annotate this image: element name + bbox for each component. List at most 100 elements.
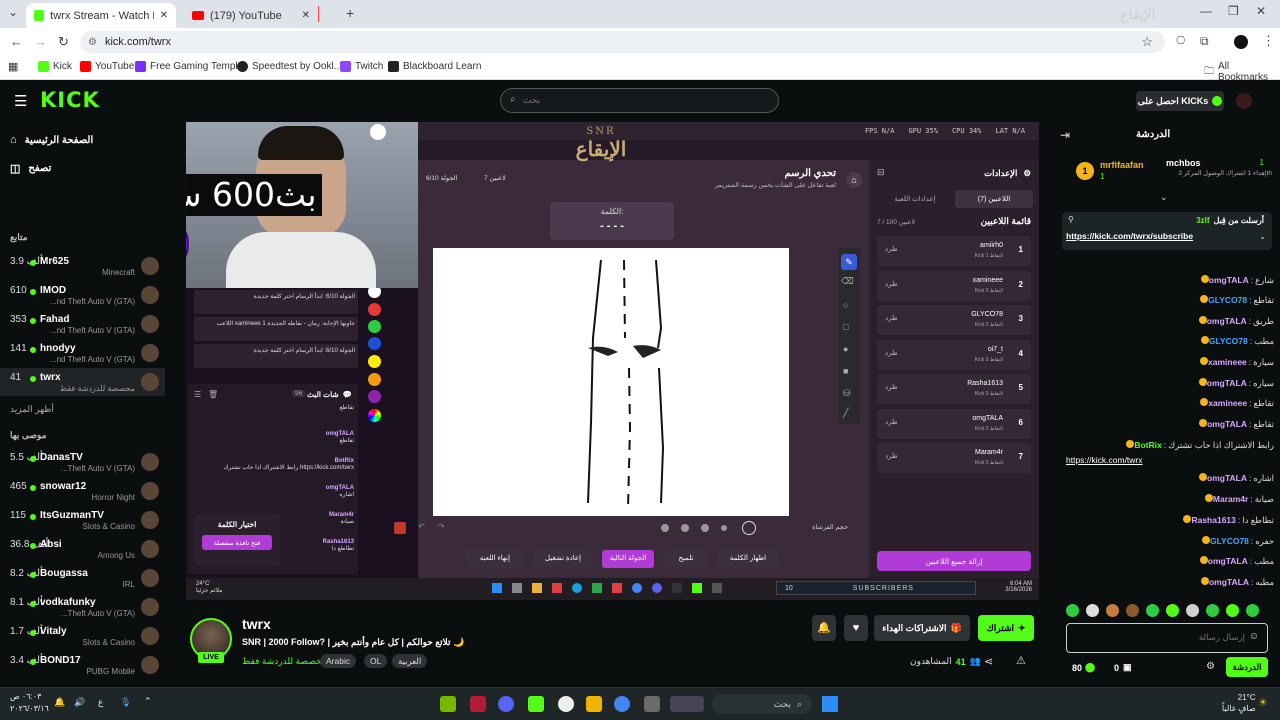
chat-username[interactable]: omgTALA: [1207, 419, 1247, 429]
chat-username[interactable]: GLYCO78: [1209, 336, 1248, 346]
send-chat-button[interactable]: الدردشة: [1226, 657, 1268, 677]
line-icon[interactable]: ╱: [843, 408, 848, 419]
bookmark-twitch[interactable]: Twitch: [340, 61, 383, 72]
color-purple[interactable]: [368, 390, 381, 403]
tab-players[interactable]: اللاعبين (7): [955, 190, 1033, 208]
video-player[interactable]: FPS N/A GPU 35% CPU 34% LAT N/A SNR الإيقاع…: [186, 122, 1039, 600]
bucket-icon[interactable]: ⛁: [843, 388, 851, 399]
subscribe-button[interactable]: اشتراك ✦: [978, 615, 1034, 641]
chat-username[interactable]: Maram4r: [1213, 494, 1248, 504]
color-red[interactable]: [368, 303, 381, 316]
sidebar-channel-f-1[interactable]: 610 IMOD ...nd Theft Auto V (GTA): [0, 281, 165, 309]
adobe-icon[interactable]: [470, 696, 486, 712]
apps-grid-icon[interactable]: ▦: [8, 60, 18, 73]
sidebar-channel-f-4[interactable]: 41 twrx مخصصة للدردشة فقط: [0, 368, 165, 396]
chat-username[interactable]: omgTALA: [1207, 378, 1247, 388]
kick-player-button[interactable]: طرد: [885, 383, 898, 391]
chat-link[interactable]: https://kick.com/twrx: [1066, 455, 1143, 465]
sidebar-browse[interactable]: ◫ تصفح: [10, 162, 160, 175]
volume-icon[interactable]: 🔊: [74, 697, 85, 708]
sidebar-channel-r-3[interactable]: 36.8 ألف Absi Among Us: [0, 535, 165, 563]
search-input[interactable]: [523, 92, 763, 109]
kick-player-button[interactable]: طرد: [885, 280, 898, 288]
game-button-2[interactable]: الجولة التالية: [602, 550, 654, 568]
new-tab-button[interactable]: +: [346, 5, 354, 21]
bookmark-star-icon[interactable]: ☆: [1141, 34, 1153, 50]
chat-username[interactable]: omgTALA: [1207, 473, 1247, 483]
pinned-link[interactable]: https://kick.com/twrx/subscribe: [1066, 231, 1193, 241]
reload-icon[interactable]: ↻: [58, 34, 69, 50]
emote-icon[interactable]: [1166, 604, 1179, 617]
restore-button[interactable]: ❐: [1228, 4, 1239, 18]
square-icon[interactable]: □: [843, 322, 848, 332]
color-blue[interactable]: [368, 337, 381, 350]
bookmark-gaming[interactable]: Free Gaming Templ...: [135, 61, 246, 72]
emoji-icon[interactable]: ☺: [1249, 631, 1259, 642]
chat-settings-icon[interactable]: ⚙: [1206, 661, 1215, 672]
gift-subs-button[interactable]: الاشتراكات الهداء 🎁: [874, 615, 970, 641]
game-button-4[interactable]: اظهار الكلمة: [718, 550, 778, 568]
emote-icon[interactable]: [1106, 604, 1119, 617]
panel-toggle-icon[interactable]: ⊟: [877, 167, 885, 178]
get-kicks-button[interactable]: احصل على KICKs: [1136, 91, 1224, 111]
close-icon[interactable]: ✕: [160, 10, 168, 21]
points-indicator[interactable]: 80 ⬤: [1072, 662, 1095, 673]
sidebar-channel-f-3[interactable]: 141 hnodyy ...nd Theft Auto V (GTA): [0, 339, 165, 367]
sidebar-channel-r-1[interactable]: 465 snowar12 Horror Night: [0, 477, 165, 505]
brush-size-3[interactable]: [701, 524, 709, 532]
bookmark-blackboard[interactable]: Blackboard Learn: [388, 61, 481, 72]
kick-player-button[interactable]: طرد: [885, 418, 898, 426]
language-indicator[interactable]: ع: [98, 697, 103, 708]
task-view-thumbnail[interactable]: [670, 696, 704, 712]
kick-player-button[interactable]: طرد: [885, 349, 898, 357]
chat-input-box[interactable]: ☺: [1066, 623, 1268, 653]
discord-icon[interactable]: [498, 696, 514, 712]
chat-username[interactable]: GLYCO78: [1210, 536, 1249, 546]
sidebar-channel-r-7[interactable]: 3.4 ألفBOND17 PUBG Mobile: [0, 651, 165, 679]
chat-trash-icon[interactable]: 🗑: [208, 390, 218, 399]
color-picker[interactable]: [368, 409, 381, 422]
undo-icon[interactable]: ↶: [418, 522, 425, 531]
chat-username[interactable]: omgTALA: [1209, 577, 1249, 587]
channel-name[interactable]: twrx: [242, 616, 271, 632]
close-icon[interactable]: ✕: [302, 10, 310, 21]
emote-icon[interactable]: [1086, 604, 1099, 617]
bookmark-youtube[interactable]: YouTube: [80, 61, 134, 72]
emote-icon[interactable]: [1146, 604, 1159, 617]
sidebar-channel-f-2[interactable]: 353 Fahad ...nd Theft Auto V (GTA): [0, 310, 165, 338]
chat-username[interactable]: omgTALA: [1209, 275, 1249, 285]
kicks-indicator[interactable]: 0 ▣: [1114, 662, 1132, 673]
game-button-3[interactable]: تلميح: [664, 550, 708, 568]
start-button[interactable]: [822, 696, 838, 712]
tag-arabic-native[interactable]: العربية: [392, 654, 428, 668]
rect-fill-icon[interactable]: ■: [843, 366, 848, 376]
back-icon[interactable]: ←: [10, 34, 23, 49]
redo-icon[interactable]: ↷: [438, 522, 445, 531]
chat-username[interactable]: xamineee: [1208, 398, 1247, 408]
user-avatar[interactable]: [1236, 93, 1252, 109]
remove-all-button[interactable]: إزالة جميع اللاعبين: [877, 551, 1031, 571]
taskbar-clock[interactable]: ٠٦:٠٣ ص ٢٠٢٦/٠٣/١٦: [10, 691, 49, 715]
emote-icon[interactable]: [1126, 604, 1139, 617]
taskbar-search[interactable]: بحث ⌕: [712, 694, 812, 714]
nvidia-icon[interactable]: [440, 696, 456, 712]
top-gifter[interactable]: mchbos 1 إهداء 1 اشتراك الوصول المركز 3t…: [1152, 158, 1274, 188]
profile-avatar[interactable]: [1234, 35, 1248, 49]
tag-arabic[interactable]: Arabic: [320, 654, 357, 668]
home-icon[interactable]: ⌂: [846, 172, 862, 188]
chat-username[interactable]: omgTALA: [1208, 556, 1248, 566]
notifications-icon[interactable]: 🔔: [54, 697, 65, 708]
tag-ol[interactable]: OL: [364, 654, 388, 668]
obs-icon[interactable]: [558, 696, 574, 712]
emote-icon[interactable]: [1246, 604, 1259, 617]
extension-icon[interactable]: ⎔: [1176, 34, 1186, 47]
menu-dots-icon[interactable]: ⋮: [1262, 33, 1275, 49]
app-icon[interactable]: [644, 696, 660, 712]
chat-list-icon[interactable]: ☰: [194, 390, 201, 399]
brush-size-selected[interactable]: [742, 521, 756, 535]
url-field[interactable]: ⚙ kick.com/twrx ☆: [80, 31, 1165, 53]
fill-icon[interactable]: ●: [843, 344, 848, 354]
chrome-icon[interactable]: [614, 696, 630, 712]
minimize-button[interactable]: —: [1200, 4, 1212, 18]
drawing-canvas[interactable]: [433, 248, 789, 516]
